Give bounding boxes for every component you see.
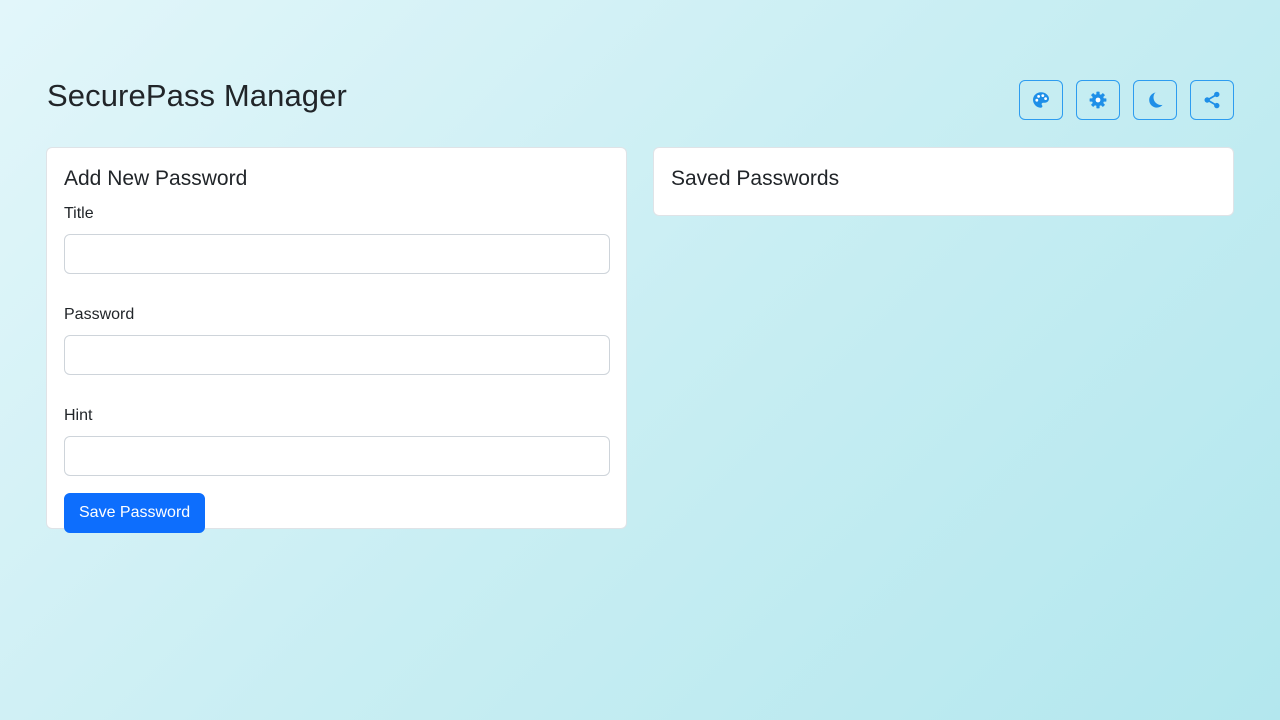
password-input[interactable] [64, 335, 610, 375]
settings-button[interactable] [1076, 80, 1120, 120]
password-label: Password [64, 306, 135, 323]
moon-icon [1145, 90, 1165, 110]
title-input[interactable] [64, 234, 610, 274]
add-password-card: Add New Password Title Password Hint Sav… [46, 147, 627, 533]
save-password-button[interactable]: Save Password [64, 493, 206, 533]
toolbar [1019, 80, 1234, 120]
palette-icon [1031, 90, 1051, 110]
hint-input[interactable] [64, 436, 610, 476]
dark-mode-button[interactable] [1133, 80, 1177, 120]
add-password-title: Add New Password [64, 167, 248, 190]
page-title: SecurePass Manager [47, 78, 347, 113]
share-button[interactable] [1190, 80, 1234, 120]
gear-icon [1088, 90, 1108, 110]
theme-palette-button[interactable] [1019, 80, 1063, 120]
share-icon [1202, 90, 1222, 110]
saved-passwords-card: Saved Passwords [653, 147, 1234, 216]
saved-passwords-title: Saved Passwords [671, 167, 840, 190]
hint-label: Hint [64, 407, 93, 424]
title-label: Title [64, 205, 94, 222]
